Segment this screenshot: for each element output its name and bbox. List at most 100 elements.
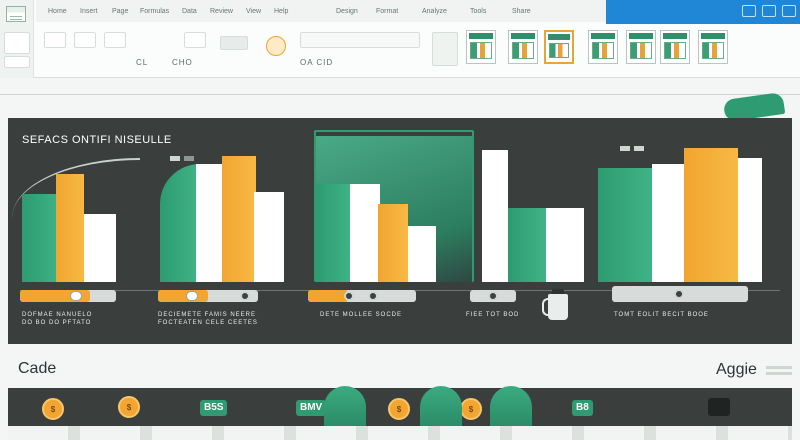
- range-slider[interactable]: [612, 286, 748, 302]
- chart-style-thumb[interactable]: [466, 30, 496, 64]
- group-caption: DOFMAE NANUELO: [22, 312, 93, 318]
- tab-review[interactable]: Review: [210, 7, 233, 16]
- insert-chart-icon[interactable]: [266, 36, 286, 56]
- bold-icon[interactable]: [184, 32, 206, 48]
- number-format-box[interactable]: [300, 32, 420, 48]
- chart-style-thumb[interactable]: [508, 30, 538, 64]
- bar-group: [20, 172, 120, 282]
- tab-data[interactable]: Data: [182, 7, 197, 16]
- tab-share[interactable]: Share: [512, 7, 531, 16]
- bar[interactable]: [222, 156, 256, 282]
- tab-page[interactable]: Page: [112, 7, 128, 16]
- toolbar-text-2: CHO: [172, 58, 193, 67]
- footer-right-label: Aggie: [716, 361, 757, 378]
- chart-style-thumb[interactable]: [544, 30, 574, 64]
- group-caption: DECIEMETE FAMIS NEERE: [158, 312, 257, 318]
- bar[interactable]: [378, 204, 408, 282]
- badge[interactable]: BMV: [296, 400, 327, 416]
- bar[interactable]: [738, 158, 762, 282]
- tab-design[interactable]: Design: [336, 7, 358, 16]
- slider-handle[interactable]: [70, 291, 82, 301]
- tab-format[interactable]: Format: [376, 7, 398, 16]
- bottom-strip: [8, 426, 792, 440]
- tab-help[interactable]: Help: [274, 7, 288, 16]
- tab-formulas[interactable]: Formulas: [140, 7, 169, 16]
- group-caption: TOMT EOLIT BECIT BOOE: [614, 312, 709, 318]
- slider-handle[interactable]: [186, 291, 198, 301]
- range-slider[interactable]: [158, 290, 258, 302]
- bar[interactable]: [56, 174, 84, 282]
- badge[interactable]: B8: [572, 400, 593, 416]
- mug-icon: [542, 289, 568, 320]
- bar[interactable]: [408, 226, 436, 282]
- minimize-icon[interactable]: [742, 5, 756, 17]
- bar[interactable]: [508, 208, 548, 282]
- ribbon-tab-strip: Home Insert Page Formulas Data Review Vi…: [36, 0, 606, 22]
- paste-icon[interactable]: [4, 32, 30, 54]
- bar[interactable]: [684, 148, 738, 282]
- bar[interactable]: [160, 164, 200, 282]
- slider-fill: [308, 290, 348, 302]
- bar[interactable]: [546, 208, 584, 282]
- format-painter-icon[interactable]: [4, 56, 30, 68]
- tab-home[interactable]: Home: [48, 7, 67, 16]
- group-caption: DETE MOLLEE SOCDE: [320, 312, 403, 318]
- printer-icon[interactable]: [708, 398, 730, 416]
- bar[interactable]: [482, 150, 508, 282]
- tab-view[interactable]: View: [246, 7, 261, 16]
- tab-tools[interactable]: Tools: [470, 7, 486, 16]
- tab-insert[interactable]: Insert: [80, 7, 98, 16]
- slider-handle[interactable]: [368, 291, 378, 301]
- maximize-icon[interactable]: [762, 5, 776, 17]
- toolbar-text-3: OA CID: [300, 58, 334, 67]
- section-divider: [0, 94, 800, 95]
- chart-style-thumb[interactable]: [626, 30, 656, 64]
- footer-underline: [766, 366, 792, 369]
- chart-style-thumb[interactable]: [588, 30, 618, 64]
- toolbar-text-1: CL: [136, 58, 149, 67]
- chart-style-thumb[interactable]: [660, 30, 690, 64]
- range-slider[interactable]: [20, 290, 116, 302]
- badge[interactable]: B5S: [200, 400, 228, 416]
- bar[interactable]: [350, 184, 380, 282]
- bar-group: [160, 146, 290, 282]
- cut-icon[interactable]: [44, 32, 66, 48]
- bar[interactable]: [84, 214, 116, 282]
- slider-handle[interactable]: [488, 291, 498, 301]
- coin-icon[interactable]: $: [42, 398, 64, 420]
- bar[interactable]: [254, 192, 284, 282]
- chart-panel: SEFACS ONTIFI NISEULLE DOFMAE NANUELO DO…: [8, 118, 792, 344]
- coin-icon[interactable]: $: [388, 398, 410, 420]
- footer-left-label: Cade: [18, 360, 57, 377]
- window-title-bar: [606, 0, 800, 24]
- group-caption: DO BO DO PFTATO: [22, 320, 92, 326]
- group-caption: FOCTEATEN CELE CEETES: [158, 320, 258, 326]
- range-slider[interactable]: [470, 290, 516, 302]
- coin-label: $: [396, 405, 402, 414]
- fill-color-icon[interactable]: [220, 36, 248, 50]
- spreadsheet-app-icon[interactable]: [6, 6, 26, 22]
- coin-label: $: [468, 405, 474, 414]
- copy-icon[interactable]: [74, 32, 96, 48]
- coin-label: $: [126, 403, 132, 412]
- font-icon[interactable]: [104, 32, 126, 48]
- bar[interactable]: [598, 168, 654, 282]
- group-caption: FIEE TOT BOD: [466, 312, 520, 318]
- bar[interactable]: [316, 184, 352, 282]
- ribbon-toolbar: Home Insert Page Formulas Data Review Vi…: [0, 0, 800, 78]
- bar[interactable]: [652, 164, 684, 282]
- tab-analyze[interactable]: Analyze: [422, 7, 447, 16]
- slider-handle[interactable]: [674, 289, 684, 299]
- coin-icon[interactable]: $: [118, 396, 140, 418]
- range-slider[interactable]: [308, 290, 416, 302]
- slider-handle[interactable]: [344, 291, 354, 301]
- close-icon[interactable]: [782, 5, 796, 17]
- slider-handle[interactable]: [240, 291, 250, 301]
- bar-group: [316, 134, 584, 282]
- bar[interactable]: [196, 164, 224, 282]
- coin-icon[interactable]: $: [460, 398, 482, 420]
- bar-group: [598, 146, 762, 282]
- chart-style-thumb[interactable]: [698, 30, 728, 64]
- conditional-format-icon[interactable]: [432, 32, 458, 66]
- slider-fill: [158, 290, 208, 302]
